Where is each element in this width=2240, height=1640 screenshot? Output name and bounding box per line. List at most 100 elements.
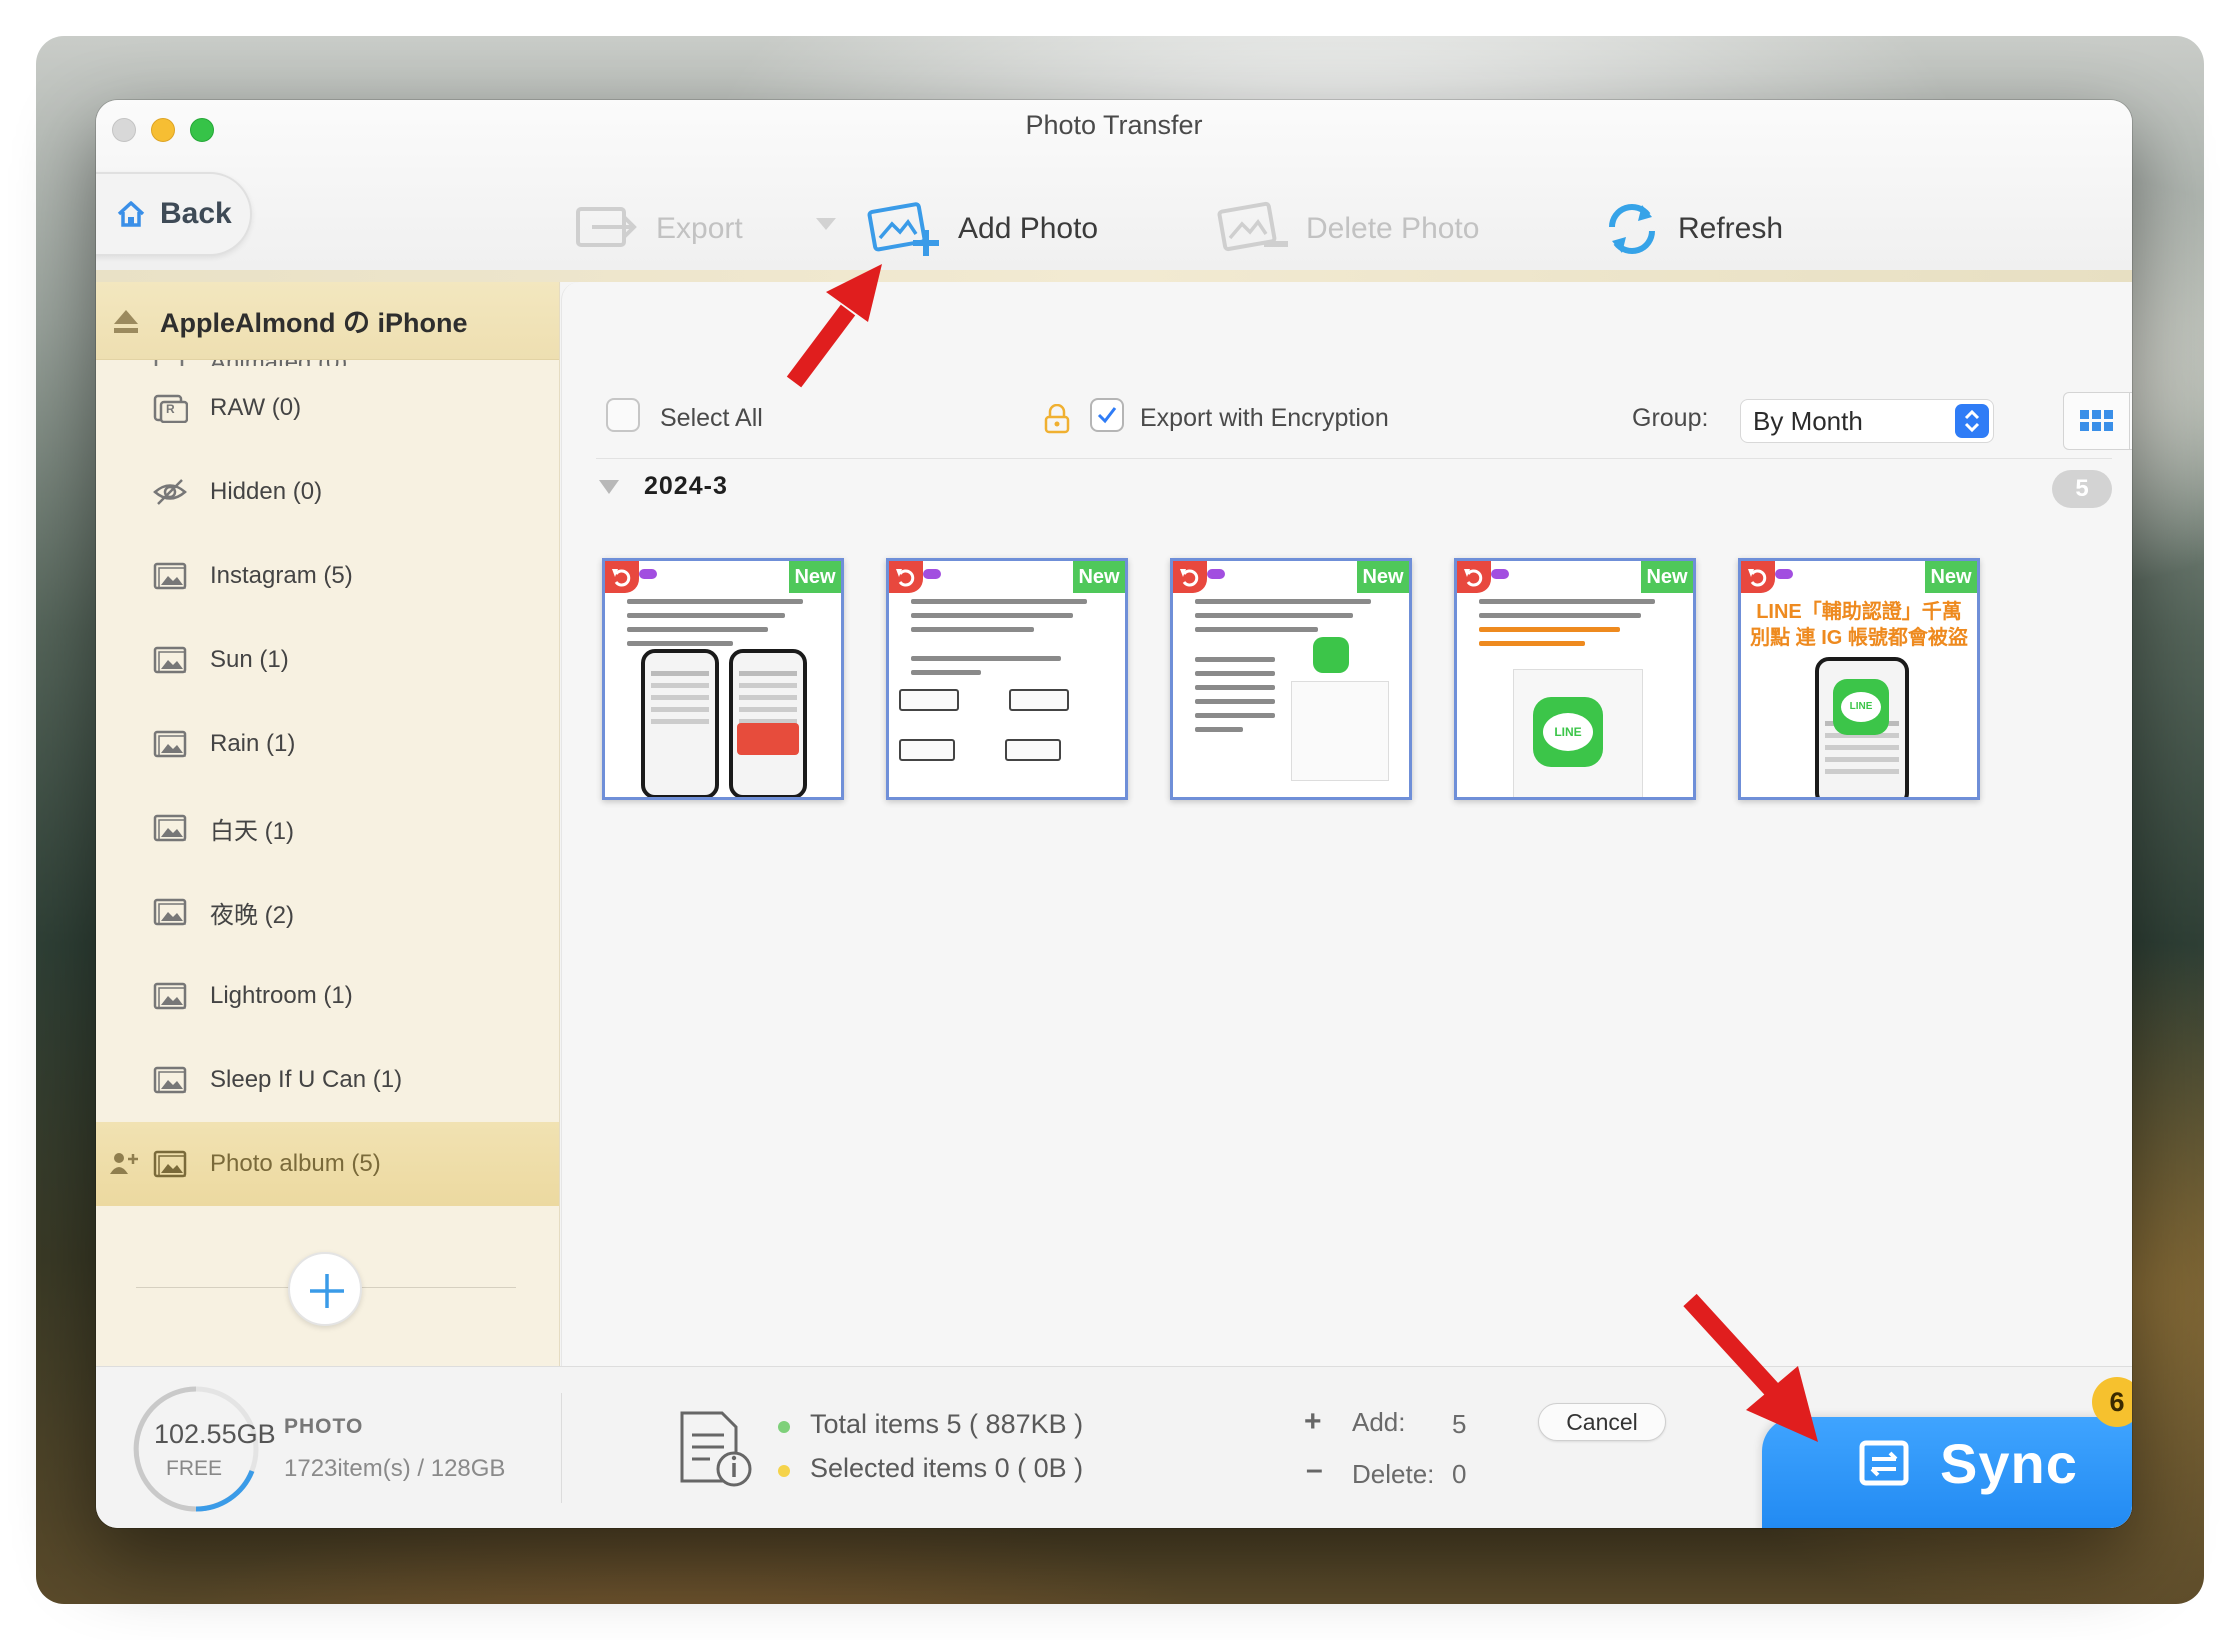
sidebar-item-label: RAW (0): [210, 394, 302, 421]
photo-thumbnail[interactable]: New: [602, 558, 844, 800]
refresh-button[interactable]: Refresh: [1602, 194, 1783, 264]
add-count-label: Add:: [1352, 1407, 1406, 1437]
sidebar-item-raw[interactable]: R RAW (0): [96, 366, 559, 450]
delete-photo-button[interactable]: Delete Photo: [1214, 194, 1479, 264]
total-items: Total items 5 ( 887KB ): [810, 1409, 1084, 1439]
sidebar-item-photo-album[interactable]: Photo album (5): [96, 1122, 559, 1206]
thumbnail-text-lines: [1195, 657, 1275, 741]
line-app-icon: LINE: [1533, 697, 1603, 767]
back-label: Back: [160, 197, 232, 230]
sync-icon: [1859, 1440, 1909, 1486]
sidebar-item-label: Photo album (5): [210, 1150, 381, 1177]
select-all-checkbox[interactable]: [606, 398, 640, 432]
sidebar-item-rain[interactable]: Rain (1): [96, 702, 559, 786]
sidebar: AppleAlmond の iPhone Animated (0) R RAW …: [96, 282, 560, 1366]
thumbnail-text-lines: [627, 599, 803, 655]
export-encryption-checkbox[interactable]: [1090, 398, 1124, 432]
storage-free-size: 102.55GB: [154, 1419, 276, 1449]
sidebar-item-sun[interactable]: Sun (1): [96, 618, 559, 702]
phone-illustration: [641, 649, 719, 797]
thumbnail-text-lines: [1479, 599, 1655, 655]
small-grid-view-button[interactable]: [2064, 393, 2129, 449]
lock-icon: [1044, 404, 1070, 434]
delete-photo-icon: [1217, 201, 1288, 252]
line-app-icon: [1313, 637, 1349, 673]
photo-content-area: Select All Export with Encryption Group:…: [561, 282, 2132, 1366]
new-badge: New: [1357, 561, 1409, 593]
album-icon: [153, 982, 187, 1010]
photo-thumbnail[interactable]: New LINE「輔助認證」千萬別點 連 IG 帳號都會被盜 LINE: [1738, 558, 1980, 800]
delete-count-label: Delete:: [1352, 1459, 1435, 1489]
form-card: [1291, 681, 1389, 781]
group-select-value: By Month: [1753, 406, 1863, 436]
delete-photo-label: Delete Photo: [1306, 212, 1480, 245]
tag-dot: [923, 569, 941, 579]
delete-minus-icon: –: [1306, 1453, 1323, 1486]
device-name: AppleAlmond の iPhone: [160, 308, 468, 338]
selected-items: Selected items 0 ( 0B ): [810, 1453, 1084, 1483]
annotation-arrow: [1683, 1293, 1818, 1442]
sidebar-item-label: Sleep If U Can (1): [210, 1066, 403, 1093]
month-group-label: 2024-3: [644, 472, 728, 500]
album-icon: [153, 1066, 187, 1094]
album-icon: [153, 646, 187, 674]
storage-type-label: PHOTO: [284, 1415, 364, 1438]
undo-icon[interactable]: [1741, 561, 1775, 593]
raw-icon: R: [153, 394, 188, 423]
export-dropdown-icon[interactable]: [814, 216, 838, 232]
photo-thumbnail[interactable]: New LINE: [1454, 558, 1696, 800]
new-badge: New: [1073, 561, 1125, 593]
add-photo-label: Add Photo: [958, 212, 1099, 245]
back-button[interactable]: Back: [96, 172, 252, 256]
refresh-label: Refresh: [1678, 212, 1784, 245]
eject-icon[interactable]: [112, 308, 140, 334]
export-label: Export: [656, 212, 743, 245]
add-photo-button[interactable]: Add Photo: [866, 194, 1098, 264]
select-arrows-icon: [1955, 404, 1989, 438]
device-header[interactable]: AppleAlmond の iPhone: [96, 282, 559, 360]
sidebar-item-instagram[interactable]: Instagram (5): [96, 534, 559, 618]
sidebar-item-sleep-if-u-can[interactable]: Sleep If U Can (1): [96, 1038, 559, 1122]
tag-dot: [1491, 569, 1509, 579]
export-icon: [576, 207, 637, 247]
collapse-group-icon[interactable]: [598, 478, 620, 496]
sidebar-item-label: Sun (1): [210, 646, 289, 673]
add-person-icon: [110, 1153, 138, 1174]
phone-illustration: [729, 649, 807, 797]
group-select[interactable]: By Month: [1740, 399, 1994, 443]
sidebar-item-lightroom[interactable]: Lightroom (1): [96, 954, 559, 1038]
photo-thumbnail[interactable]: New: [1170, 558, 1412, 800]
sidebar-item-label: 夜晚 (2): [210, 901, 294, 929]
add-plus-icon: +: [1304, 1405, 1322, 1438]
sidebar-item-night[interactable]: 夜晚 (2): [96, 870, 559, 954]
photo-thumbnail[interactable]: New: [886, 558, 1128, 800]
storage-free-label: FREE: [166, 1457, 223, 1480]
album-icon: [153, 562, 187, 590]
sidebar-item-label: Hidden (0): [210, 478, 323, 505]
sidebar-item-label: 白天 (1): [210, 817, 294, 845]
storage-item-count: 1723item(s) / 128GB: [284, 1455, 506, 1482]
group-label: Group:: [1632, 404, 1709, 432]
cancel-button[interactable]: Cancel: [1538, 1403, 1666, 1441]
add-album-button[interactable]: [288, 1252, 362, 1326]
selected-dot: [778, 1465, 790, 1477]
undo-icon[interactable]: [889, 561, 923, 593]
sidebar-item-hidden[interactable]: Hidden (0): [96, 450, 559, 534]
view-mode-toggle: [2063, 392, 2132, 450]
thumbnail-title: LINE「輔助認證」千萬別點 連 IG 帳號都會被盜: [1750, 601, 1968, 649]
export-encryption-label[interactable]: Export with Encryption: [1140, 404, 1389, 433]
export-button[interactable]: Export: [572, 194, 743, 264]
line-app-icon: LINE: [1833, 679, 1889, 735]
thumbnail-grid: New New New New LINE New LINE「輔助認證」千萬別點 …: [602, 558, 1980, 800]
album-icon: [153, 814, 187, 842]
large-grid-view-button[interactable]: [2129, 393, 2132, 449]
sync-label: Sync: [1940, 1432, 2078, 1495]
undo-icon[interactable]: [1173, 561, 1207, 593]
add-count-value: 5: [1452, 1409, 1467, 1439]
checkmark-icon: [1097, 407, 1117, 424]
select-all-label[interactable]: Select All: [660, 404, 763, 433]
controls-divider: [596, 458, 2112, 459]
undo-icon[interactable]: [1457, 561, 1491, 593]
undo-icon[interactable]: [605, 561, 639, 593]
sidebar-item-daytime[interactable]: 白天 (1): [96, 786, 559, 870]
